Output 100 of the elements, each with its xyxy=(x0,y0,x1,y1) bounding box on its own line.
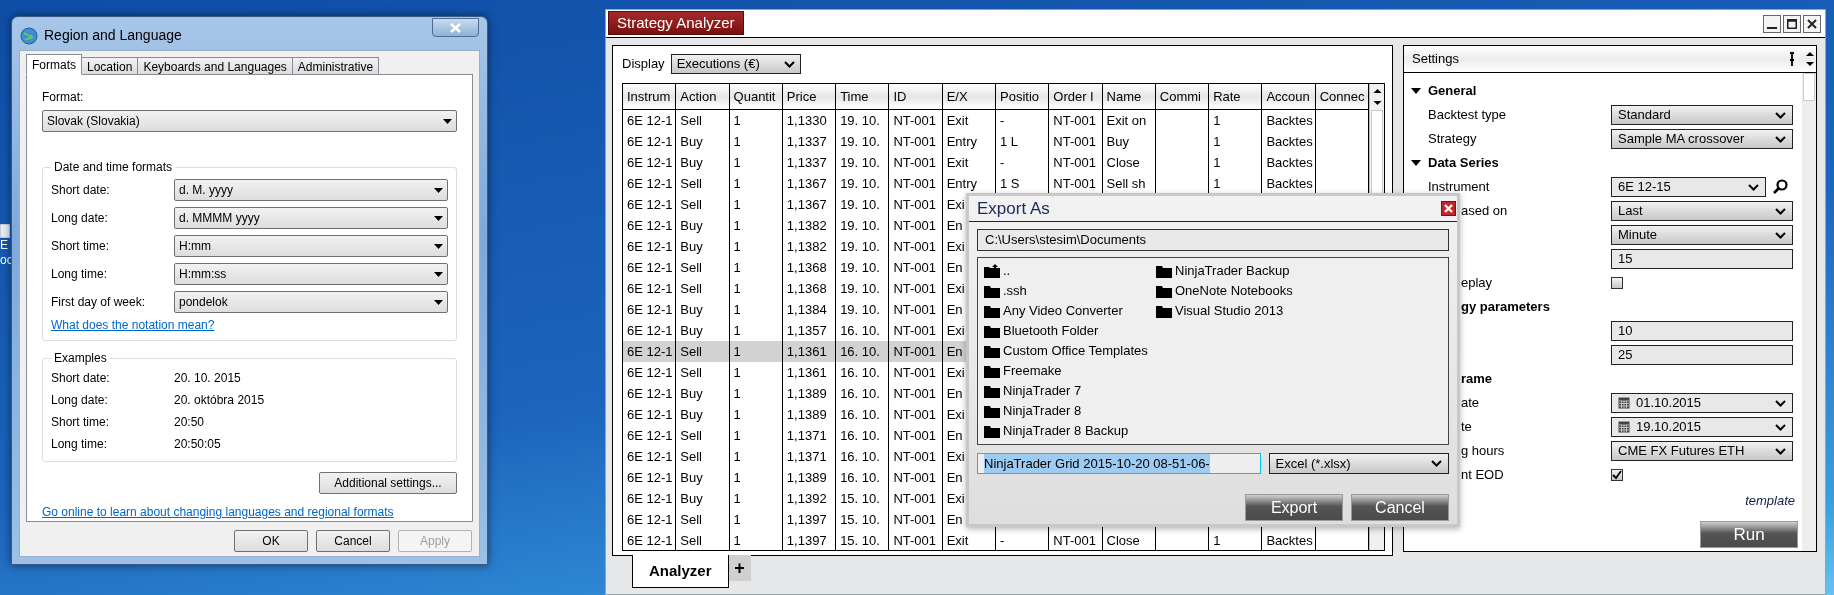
table-cell-text: 1 xyxy=(733,405,741,424)
table-cell-text: En xyxy=(946,216,963,235)
table-cell-text: 1,1361 xyxy=(786,363,827,382)
table-cell-text: 1 xyxy=(733,111,741,130)
table-cell-text: 1,1368 xyxy=(786,279,827,298)
field-label: Short date: xyxy=(51,182,111,199)
table-cell-text: 1,1389 xyxy=(786,384,827,403)
table-cell-text: Sell xyxy=(680,111,702,130)
table-cell-text: 1 xyxy=(733,531,741,550)
table-cell-text: NT-001 xyxy=(893,531,937,550)
table-cell-text: NT-001 xyxy=(893,468,937,487)
table-cell-text: 1,1368 xyxy=(786,258,827,277)
field-label: Long time: xyxy=(51,436,109,453)
field-label: eplay xyxy=(1461,274,1493,293)
table-cell-text: 19. 10. xyxy=(840,279,880,298)
table-cell-text: NT-001 xyxy=(1053,174,1096,193)
table-cell-text: 1,1382 xyxy=(786,237,827,256)
table-cell-text: Close xyxy=(1106,531,1140,550)
table-cell-text: 1 xyxy=(733,321,741,340)
table-cell-text: Exi xyxy=(946,405,965,424)
table-cell-text: En xyxy=(946,258,963,277)
table-cell-text: 1 xyxy=(733,195,741,214)
table-cell-text: Sell sh xyxy=(1106,174,1146,193)
table-cell-text: 19. 10. xyxy=(840,174,880,193)
panel-title: Settings xyxy=(1412,50,1459,69)
window-title: Region and Language xyxy=(44,26,182,45)
table-cell-text: Buy xyxy=(680,153,703,172)
table-cell-text: NT-001 xyxy=(893,384,937,403)
table-cell-text: Buy xyxy=(680,384,703,403)
table-cell-text: 1,1337 xyxy=(786,132,827,151)
table-cell-text: Buy xyxy=(1106,132,1129,151)
table-cell-text: 1,1384 xyxy=(786,300,827,319)
table-cell-text: NT-001 xyxy=(893,363,937,382)
dialog-title: Export As xyxy=(977,197,1050,220)
table-cell-text: En xyxy=(946,384,963,403)
table-cell-text: 1 xyxy=(733,363,741,382)
table-cell-text: Exi xyxy=(946,237,965,256)
table-cell-text: Sell xyxy=(680,342,702,361)
table-cell-text: Buy xyxy=(680,216,703,235)
table-cell-text: 19. 10. xyxy=(840,237,880,256)
example-value: 20:50 xyxy=(174,414,206,431)
category-label: rame xyxy=(1461,370,1493,389)
example-value: 20:50:05 xyxy=(174,436,222,453)
table-cell-text: 19. 10. xyxy=(840,111,880,130)
table-cell-text: 1 xyxy=(733,237,741,256)
field-label: Short time: xyxy=(51,414,111,431)
table-cell-text: Exit xyxy=(946,111,969,130)
table-cell-text: Backtes xyxy=(1266,153,1313,172)
table-cell-text: NT-001 xyxy=(1053,111,1096,130)
table-cell-text: Buy xyxy=(680,237,703,256)
table-cell-text: Sell xyxy=(680,258,702,277)
table-cell-text: 1,1389 xyxy=(786,468,827,487)
table-cell-text: Exi xyxy=(946,489,965,508)
field-label: Long date: xyxy=(51,210,109,227)
table-cell-text: 16. 10. xyxy=(840,321,880,340)
table-cell-text: 1 xyxy=(733,132,741,151)
table-cell-text: 1 xyxy=(733,258,741,277)
table-cell-text: NT-001 xyxy=(893,342,937,361)
field-label: Strategy xyxy=(1428,130,1477,149)
table-cell-text: 1 L xyxy=(1000,132,1019,151)
table-cell-text: Close xyxy=(1106,153,1140,172)
example-value: 20. októbra 2015 xyxy=(174,392,266,409)
table-cell-text: 16. 10. xyxy=(840,468,880,487)
field-label: Long date: xyxy=(51,392,109,409)
field-label: Long time: xyxy=(51,266,109,283)
table-cell-text: Buy xyxy=(680,132,703,151)
table-cell-text: 1,1371 xyxy=(786,426,827,445)
table-cell-text: NT-001 xyxy=(893,258,937,277)
table-cell-text: NT-001 xyxy=(893,405,937,424)
table-cell-text: NT-001 xyxy=(893,153,937,172)
table-cell-text: 1 xyxy=(733,510,741,529)
table-cell-text: NT-001 xyxy=(893,174,937,193)
table-cell-text: 16. 10. xyxy=(840,363,880,382)
table-cell-text: Exi xyxy=(946,195,965,214)
table-cell-text: Buy xyxy=(680,321,703,340)
table-cell-text: 1 xyxy=(1213,111,1221,130)
table-cell-text: 1,1397 xyxy=(786,510,827,529)
table-cell-text: NT-001 xyxy=(1053,132,1096,151)
table-cell-text: Sell xyxy=(680,510,702,529)
table-cell-text: NT-001 xyxy=(893,132,937,151)
table-cell-text: 16. 10. xyxy=(840,447,880,466)
table-cell-text: 1,1367 xyxy=(786,195,827,214)
table-cell-text: 1 xyxy=(733,153,741,172)
table-cell-text: 1 xyxy=(733,174,741,193)
table-cell-text: 19. 10. xyxy=(840,153,880,172)
field-label: Short time: xyxy=(51,238,111,255)
table-cell-text: En xyxy=(946,300,963,319)
table-cell-text: 1 xyxy=(733,468,741,487)
category-label: General xyxy=(1428,82,1477,101)
table-cell-text: Backtes xyxy=(1266,531,1313,550)
field-label: ased on xyxy=(1461,202,1508,221)
table-cell-text: 1,1382 xyxy=(786,216,827,235)
table-cell-text: NT-001 xyxy=(893,426,937,445)
field-label: First day of week: xyxy=(51,294,147,311)
category-label: gy parameters xyxy=(1461,298,1550,317)
table-cell-text: NT-001 xyxy=(893,489,937,508)
table-cell-text: Exi xyxy=(946,447,965,466)
field-label: g hours xyxy=(1461,442,1505,461)
table-cell-text: 1 xyxy=(1213,132,1221,151)
table-cell-text: 1 xyxy=(733,489,741,508)
